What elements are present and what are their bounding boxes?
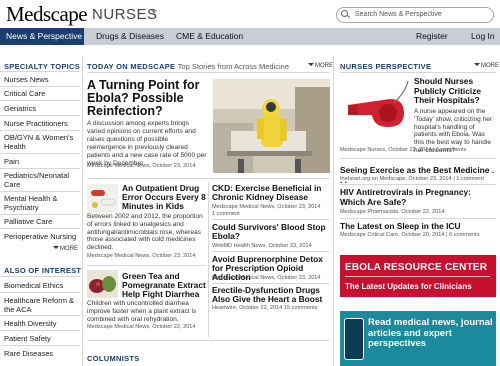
side-story-headline[interactable]: Erectile-Dysfunction Drugs Also Give the… (212, 286, 330, 304)
feature-meta: Medscape Medical News, October 23, 2014 (87, 163, 196, 169)
perspective-story-meta: Medscape Pharmacists, October 22, 2014 (340, 209, 445, 215)
topic-link[interactable]: Critical Care (4, 89, 80, 98)
nav-cme-education[interactable]: CME & Education (176, 28, 243, 45)
specialty-topics-heading: SPECIALTY TOPICS (4, 62, 81, 71)
nurses-perspective-heading: NURSES PERSPECTIVE (340, 62, 432, 71)
columnists-heading: COLUMNISTS (87, 354, 140, 363)
chevron-down-icon[interactable] (151, 10, 157, 14)
medscape-logo[interactable]: Medscape (6, 2, 88, 27)
feature-summary: A discussion among experts brings varied… (87, 120, 207, 167)
today-more-link[interactable]: MORE (308, 63, 333, 69)
tea-photo[interactable] (87, 270, 118, 298)
side-story-headline[interactable]: CKD: Exercise Beneficial in Chronic Kidn… (212, 184, 330, 202)
perspective-story-headline[interactable]: The Latest on Sleep in the ICU (340, 221, 496, 232)
topic-link[interactable]: Nurse Practitioners (4, 119, 80, 128)
side-story-headline[interactable]: Could Survivors' Blood Stop Ebola? (212, 223, 330, 241)
comment-count[interactable]: 1 comment (212, 211, 240, 217)
nav-login[interactable]: Log In (471, 28, 495, 45)
main-nav: News & Perspective Drugs & Diseases CME … (0, 28, 500, 45)
story-headline[interactable]: An Outpatient Drug Error Occurs Every 8 … (122, 184, 206, 211)
side-story-meta: Medscape Medical News, October 23, 2014 (212, 275, 321, 281)
phone-icon (344, 318, 364, 360)
interest-link[interactable]: Health Diversity (4, 319, 80, 328)
search-input[interactable]: Search News & Perspective (336, 7, 494, 23)
perspective-feature-headline[interactable]: Should Nurses Publicly Criticize Their H… (414, 76, 496, 106)
pills-photo[interactable] (87, 184, 118, 212)
ebola-ad-title: EBOLA RESOURCE CENTER (345, 262, 488, 273)
logo-section[interactable]: NURSES (92, 6, 158, 23)
nav-drugs-diseases[interactable]: Drugs & Diseases (96, 28, 164, 45)
feature-headline[interactable]: A Turning Point for Ebola? Possible Rein… (87, 79, 207, 118)
header: Medscape NURSES Search News & Perspectiv… (0, 0, 500, 28)
topic-link[interactable]: Nurses News (4, 75, 80, 84)
side-story-meta: Medscape Medical News, October 23, 2014 (212, 204, 321, 210)
nav-news-perspective[interactable]: News & Perspective (0, 28, 84, 45)
ebola-ad-subtitle: The Latest Updates for Clinicians (345, 282, 472, 291)
side-story-meta: WebMD Health News, October 23, 2014 (212, 243, 312, 249)
story-headline[interactable]: Green Tea and Pomegranate Extract Help F… (122, 272, 206, 299)
side-story-meta: Heartwire, October 22, 2014 15 comments (212, 305, 318, 311)
app-ad-text: Read medical news, journal articles and … (368, 317, 493, 349)
topics-more-link[interactable]: MORE (53, 246, 78, 252)
perspective-story-meta: theheart.org on Medscape, October 23, 20… (340, 176, 484, 182)
topic-link[interactable]: Pediatrics/Neonatal Care (4, 171, 80, 189)
topic-link[interactable]: Pain (4, 157, 80, 166)
whistle-photo[interactable] (340, 77, 410, 143)
perspective-story-meta: Medscape Critical Care, October 20, 2014… (340, 232, 480, 238)
interest-link[interactable]: Biomedical Ethics (4, 281, 80, 290)
story-summary: Between 2002 and 2012, the proportion of… (87, 213, 203, 252)
perspective-more-link[interactable]: MORE (474, 63, 499, 69)
also-of-interest-heading: ALSO OF INTEREST (4, 266, 82, 275)
today-heading: TODAY ON MEDSCAPE Top Stories from Acros… (87, 62, 290, 71)
topic-link[interactable]: Palliative Care (4, 217, 80, 226)
interest-link[interactable]: Rare Diseases (4, 349, 80, 358)
topic-link[interactable]: Perioperative Nursing (4, 232, 80, 241)
perspective-story-headline[interactable]: HIV Antiretrovirals in Pregnancy: Which … (340, 187, 496, 207)
logo-text: Medscape (6, 2, 88, 26)
nav-register[interactable]: Register (416, 28, 448, 45)
interest-link[interactable]: Healthcare Reform & the ACA (4, 296, 80, 314)
search-icon[interactable] (341, 10, 348, 17)
story-summary: Children with uncontrolled diarrhea impr… (87, 300, 197, 323)
perspective-meta: Medscape Nurses, October 22, 2014 | 6 co… (340, 147, 467, 153)
ad-divider (345, 276, 490, 277)
ebola-hospital-photo[interactable] (213, 79, 330, 173)
story-meta: Medscape Medical News, October 23, 2014 (87, 253, 196, 259)
interest-link[interactable]: Patient Safety (4, 334, 80, 343)
topic-link[interactable]: Mental Health & Psychiatry (4, 194, 80, 212)
story-meta: Medscape Medical News, October 22, 2014 (87, 324, 196, 330)
topic-link[interactable]: Geriatrics (4, 104, 80, 113)
topic-link[interactable]: OB/GYN & Women's Health (4, 133, 80, 151)
